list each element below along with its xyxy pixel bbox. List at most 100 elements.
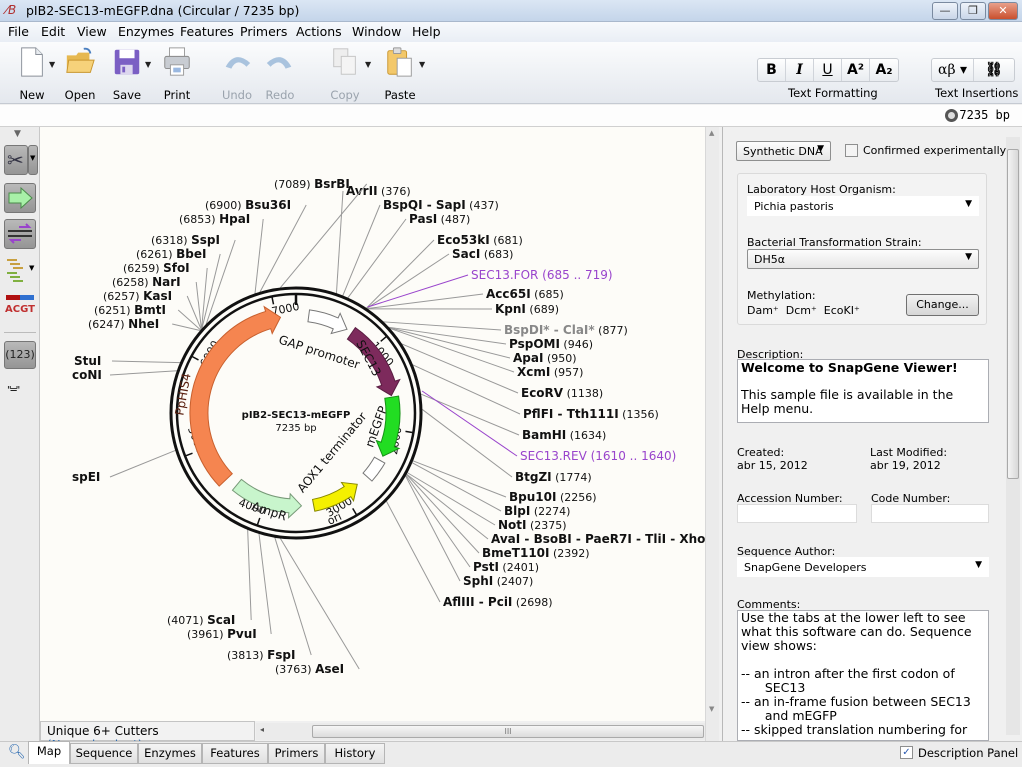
acgt-icon[interactable]: ACGT [5,304,35,315]
tab-primers[interactable]: Primers [268,743,325,764]
scroll-up-icon[interactable]: ▲ [709,129,714,137]
orf-tool-icon[interactable] [5,257,29,283]
close-button[interactable]: ✕ [988,2,1018,20]
change-methylation-button[interactable]: Change... [906,294,979,316]
code-number-field[interactable] [871,504,989,523]
copy-dropdown-arrow[interactable]: ▼ [365,60,371,69]
ruler-tick [185,452,193,457]
leader-line [279,183,368,289]
menu-primers[interactable]: Primers [240,24,287,39]
enzyme-site-label: AvaI - BsoBI - PaeR7I - TliI - Xho [491,532,705,546]
greek-letters-button[interactable]: αβ ▾ [932,59,974,81]
tab-sequence[interactable]: Sequence [70,743,138,764]
menu-actions[interactable]: Actions [296,24,342,39]
leader-line [385,500,441,603]
accession-number-field[interactable] [737,504,857,523]
redo-arrow-icon [266,57,292,69]
description-panel-checkbox[interactable]: ✓ [900,746,913,759]
numbering-button[interactable]: (123) [4,341,36,369]
enzyme-tool-dropdown[interactable]: ▼ [28,145,38,175]
tab-enzymes[interactable]: Enzymes [138,743,202,764]
redo-button[interactable]: Redo [263,46,297,102]
new-button[interactable]: New [14,46,50,102]
leader-line [274,537,312,656]
confirmed-checkbox[interactable] [845,144,858,157]
sequence-author-dropdown[interactable]: SnapGene Developers ▼ [737,557,989,577]
leader-line [247,529,252,621]
bold-button[interactable]: B [758,59,786,81]
paste-clipboard-icon [387,47,412,77]
scissors-icon: ✂ [7,148,24,172]
comments-textarea[interactable]: Use the tabs at the lower left to see wh… [737,610,989,741]
magnifier-icon[interactable]: 🔍︎ [8,744,26,760]
menu-view[interactable]: View [77,24,107,39]
enzyme-set-selector[interactable]: Unique 6+ Cutters (Nonredundant) [40,721,255,752]
enzyme-site-label: BmeT110I (2392) [482,546,590,560]
enzyme-site-label: Bpu10I (2256) [509,490,597,504]
menu-window[interactable]: Window [352,24,401,39]
menu-features[interactable]: Features [180,24,234,39]
plasmid-map-canvas[interactable]: AvrII (376) BspQI - SapI (437) PasI (487) E… [40,127,705,721]
enzyme-tool-button[interactable]: ✂ [4,145,28,175]
description-textarea[interactable]: Welcome to SnapGene Viewer! This sample … [737,359,989,423]
open-button[interactable]: Open [63,46,97,102]
chevron-down-icon: ▼ [965,252,972,262]
menu-file[interactable]: File [8,24,29,39]
map-vertical-scrollbar[interactable]: ▲ ▼ [705,127,719,741]
tab-features[interactable]: Features [202,743,268,764]
collapse-arrow-icon[interactable]: ▼ [14,129,21,139]
menu-help[interactable]: Help [412,24,441,39]
tab-map[interactable]: Map [28,741,70,764]
enzyme-site-label: ApaI (950) [513,351,577,365]
scroll-down-icon[interactable]: ▼ [709,705,714,713]
tab-history[interactable]: History [325,743,385,764]
orf-dropdown-arrow[interactable]: ▼ [29,264,34,272]
ruler-icon[interactable]: "═" [7,385,20,396]
undo-button[interactable]: Undo [220,46,254,102]
host-organism-dropdown[interactable]: Pichia pastoris ▼ [747,196,979,216]
minimize-button[interactable]: — [932,2,958,20]
map-horizontal-scrollbar[interactable]: ◂ III [256,723,705,740]
transformation-strain-dropdown[interactable]: DH5α ▼ [747,249,979,269]
panel-scrollbar[interactable] [1006,137,1020,735]
molecule-type-dropdown[interactable]: Synthetic DNA ▼ [736,141,831,161]
menu-enzymes[interactable]: Enzymes [118,24,174,39]
title-bar: ⁄𝘉 pIB2-SEC13-mEGFP.dna (Circular / 7235… [0,0,1022,22]
leader-line [109,449,176,478]
menu-edit[interactable]: Edit [41,24,65,39]
underline-button[interactable]: U [814,59,842,81]
leader-line [388,326,507,345]
paste-dropdown-arrow[interactable]: ▼ [419,60,425,69]
horizontal-scroll-thumb[interactable]: III [312,725,704,738]
enzyme-site-label: (6257) KasI [103,289,172,303]
view-tabs-bar: 🔍︎ Map Sequence Enzymes Features Primers… [0,741,1022,767]
enzyme-site-label: coNI [72,368,102,382]
print-button[interactable]: Print [160,46,194,102]
enzyme-site-label: spEI [72,470,100,484]
leader-line [172,323,201,332]
new-dropdown-arrow[interactable]: ▼ [49,60,55,69]
printer-icon [164,47,190,76]
enzyme-site-label: (6258) NarI [112,275,181,289]
primers-icon [8,223,32,244]
enzyme-site-label: (4071) ScaI [167,613,235,627]
superscript-button[interactable]: A² [842,59,870,81]
primer-tool-button[interactable] [4,219,36,249]
modified-label: Last Modified: [870,446,948,459]
leader-line [347,218,407,299]
strain-label: Bacterial Transformation Strain: [747,236,922,249]
feature-tool-button[interactable] [4,183,36,213]
description-panel-label: Description Panel [918,746,1019,760]
subscript-button[interactable]: A₂ [870,59,898,81]
scroll-left-icon[interactable]: ◂ [260,725,264,734]
copy-button[interactable]: Copy [328,46,362,102]
save-dropdown-arrow[interactable]: ▼ [145,60,151,69]
feature-aox1-terminator [362,456,386,482]
restore-button[interactable]: ❐ [960,2,986,20]
leader-line [412,364,521,415]
link-icon[interactable]: ⛓ [974,59,1014,81]
paste-button[interactable]: Paste [382,46,418,102]
panel-scroll-thumb[interactable] [1007,149,1019,479]
italic-button[interactable]: I [786,59,814,81]
save-button[interactable]: Save [110,46,144,102]
